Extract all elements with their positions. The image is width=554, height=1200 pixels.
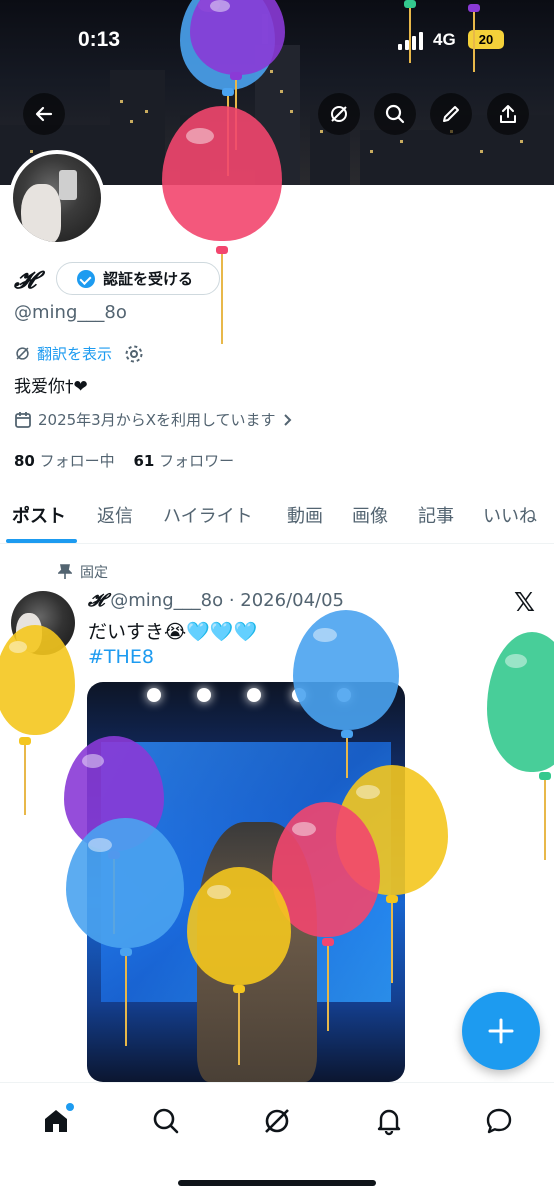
compose-plus-icon [488,1018,514,1044]
edit-button[interactable] [430,93,472,135]
home-indicator [178,1180,376,1186]
get-verified-label: 認証を受ける [103,270,194,288]
tab-replies[interactable]: 返信 [97,502,133,528]
post-hashtag[interactable]: #THE8 [88,646,154,668]
profile-handle: @ming___8o [14,302,127,323]
chevron-right-icon [283,413,291,426]
arrow-left-icon [35,106,53,122]
x-logo-icon: 𝕏 [514,588,535,618]
share-button[interactable] [487,93,529,135]
compose-button[interactable] [462,992,540,1070]
profile-tabs: ポスト 返信 ハイライト 動画 画像 記事 いいね [0,492,554,544]
display-name: 𝓗 [14,265,36,294]
followers-link[interactable]: 61 フォロワー [133,452,234,470]
joined-label: 2025年3月からXを利用しています [38,411,276,429]
search-icon [153,1108,179,1134]
calendar-icon [15,411,31,428]
back-button[interactable] [23,93,65,135]
pinned-label: 固定 [80,565,108,581]
grok-icon [16,347,29,360]
network-type: 4G [433,30,456,49]
status-bar: 0:13 4G 20 [0,26,554,60]
battery-icon: 20 [468,30,504,49]
messages-icon [486,1108,512,1134]
grok-icon [265,1109,289,1133]
post-author-handle[interactable]: @ming___8o [110,590,223,611]
tab-posts[interactable]: ポスト [12,502,66,528]
tab-articles[interactable]: 記事 [418,502,454,528]
following-link[interactable]: 80 フォロー中 [14,452,115,470]
nav-messages[interactable] [479,1101,519,1141]
nav-search[interactable] [146,1101,186,1141]
grok-icon [331,106,347,122]
grok-button[interactable] [318,93,360,135]
profile-bio: 我爱你†❤ [14,377,88,397]
post-date[interactable]: 2026/04/05 [240,590,344,611]
joined-date[interactable]: 2025年3月からXを利用しています [14,409,294,430]
get-verified-button[interactable]: 認証を受ける [56,262,220,295]
search-icon [385,104,405,124]
translate-label: 翻訳を表示 [37,345,113,363]
post-header: 𝓗 @ming___8o · 2026/04/05 [88,590,344,611]
post-image[interactable] [87,682,405,1082]
profile-avatar[interactable] [9,150,105,246]
status-time: 0:13 [78,28,121,51]
signal-icon [398,32,424,50]
search-button[interactable] [374,93,416,135]
followers-label: フォロワー [159,452,235,470]
following-label: フォロー中 [39,452,115,470]
post-separator: · [223,590,241,611]
gear-icon[interactable] [124,344,144,364]
followers-count: 61 [133,452,155,470]
translate-link[interactable]: 翻訳を表示 [14,343,144,364]
notifications-icon [377,1109,401,1136]
tab-photos[interactable]: 画像 [352,502,388,528]
nav-notifications[interactable] [369,1101,409,1141]
following-count: 80 [14,452,35,470]
tab-videos[interactable]: 動画 [287,502,323,528]
tab-highlights[interactable]: ハイライト [163,502,253,528]
home-icon [45,1110,67,1132]
share-icon [500,105,516,123]
post-author-avatar[interactable] [11,591,75,655]
pinned-indicator: 固定 [58,562,108,582]
balloon-decoration [487,632,554,862]
post-author-name[interactable]: 𝓗 [88,590,104,611]
active-tab-indicator [6,539,77,543]
tab-likes[interactable]: いいね [483,502,537,528]
nav-home[interactable] [36,1101,76,1141]
nav-grok[interactable] [257,1101,297,1141]
verified-badge-icon [77,269,95,288]
pin-icon [58,564,72,579]
home-notification-dot [66,1103,74,1111]
post-text: だいすき😭🩵🩵🩵 [88,621,258,643]
follow-stats: 80 フォロー中 61 フォロワー [14,450,234,471]
edit-icon [443,106,459,122]
